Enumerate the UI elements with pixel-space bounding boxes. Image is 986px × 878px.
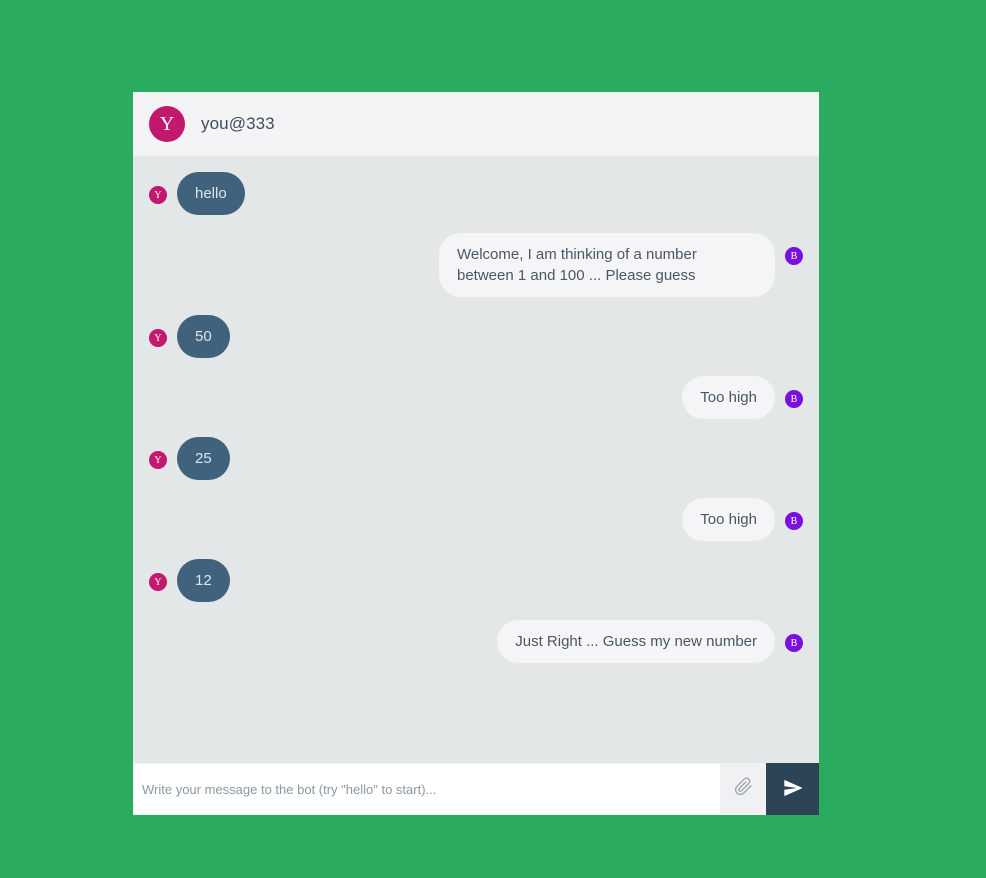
message-row: Welcome, I am thinking of a number betwe… <box>149 233 803 297</box>
user-message-bubble: 25 <box>177 437 230 480</box>
user-message-bubble: hello <box>177 172 245 215</box>
message-row: Just Right ... Guess my new number B <box>149 620 803 663</box>
message-list[interactable]: Yhello Welcome, I am thinking of a number… <box>133 156 819 763</box>
bot-mini-avatar: B <box>785 390 803 408</box>
paperclip-icon <box>734 777 753 801</box>
message-input[interactable] <box>134 764 720 814</box>
bot-message-bubble: Too high <box>682 498 775 541</box>
attach-button[interactable] <box>720 763 766 815</box>
composer <box>133 763 819 815</box>
bot-message-bubble: Too high <box>682 376 775 419</box>
bot-mini-avatar: B <box>785 512 803 530</box>
user-avatar: Y <box>149 106 185 142</box>
send-button[interactable] <box>766 763 819 815</box>
page-title: you@333 <box>201 114 275 133</box>
user-mini-avatar: Y <box>149 451 167 469</box>
user-message-bubble: 12 <box>177 559 230 602</box>
bot-message-bubble: Just Right ... Guess my new number <box>497 620 775 663</box>
bot-mini-avatar: B <box>785 634 803 652</box>
user-mini-avatar: Y <box>149 186 167 204</box>
message-row: Y 50 <box>149 315 803 358</box>
message-row: Too high B <box>149 498 803 541</box>
message-row: Too high B <box>149 376 803 419</box>
message-row: Y 25 <box>149 437 803 480</box>
user-mini-avatar: Y <box>149 573 167 591</box>
bot-message-bubble: Welcome, I am thinking of a number betwe… <box>439 233 775 297</box>
send-icon <box>782 777 804 802</box>
user-message-bubble: 50 <box>177 315 230 358</box>
chat-header: Y you@333 <box>133 92 819 156</box>
bot-mini-avatar: B <box>785 247 803 265</box>
message-row: Yhello <box>149 172 803 215</box>
chat-window: Y you@333 Yhello Welcome, I am thinking o… <box>133 92 819 815</box>
message-row: Y 12 <box>149 559 803 602</box>
user-mini-avatar: Y <box>149 329 167 347</box>
